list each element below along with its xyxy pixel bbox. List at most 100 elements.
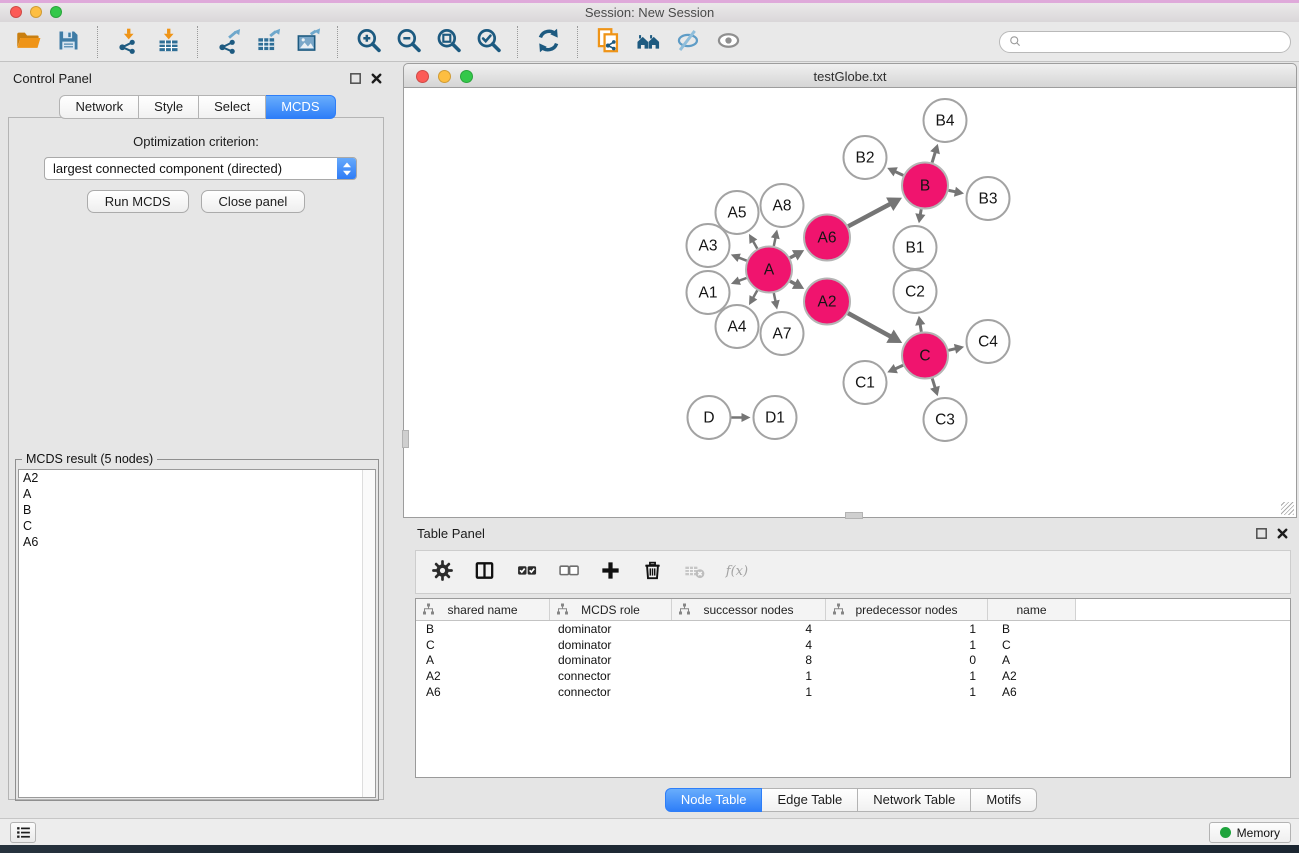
add-column-button[interactable] [596, 557, 624, 587]
edge-A2-C[interactable] [848, 313, 894, 338]
tab-style[interactable]: Style [139, 95, 199, 119]
search-input[interactable] [1027, 34, 1282, 50]
splitter-handle-vertical[interactable] [402, 430, 409, 448]
hide-selected-button[interactable] [668, 25, 708, 59]
run-mcds-button[interactable]: Run MCDS [87, 190, 189, 213]
export-image-button[interactable] [288, 25, 328, 59]
close-panel-button[interactable]: Close panel [201, 190, 306, 213]
table-panel: Table Panel f(x) shared nameMCDS rolesuc… [403, 520, 1299, 818]
table-row[interactable]: A6connector11A6 [416, 684, 1290, 700]
graph-node-A4[interactable]: A4 [716, 305, 759, 348]
table-row[interactable]: Bdominator41B [416, 621, 1290, 637]
column-type-icon [832, 603, 845, 616]
open-session-button[interactable] [8, 25, 48, 59]
task-history-button[interactable] [10, 822, 36, 843]
table-row[interactable]: A2connector11A2 [416, 668, 1290, 684]
window-resize-grip[interactable] [1281, 502, 1294, 515]
table-header: shared nameMCDS role successor nodes prede… [416, 599, 1290, 621]
graph-node-B1[interactable]: B1 [894, 226, 937, 269]
network-window-titlebar[interactable]: testGlobe.txt [403, 63, 1297, 88]
graph-node-C2[interactable]: C2 [894, 270, 937, 313]
graph-node-B[interactable]: B [902, 163, 948, 209]
tab-select[interactable]: Select [199, 95, 266, 119]
float-panel-icon[interactable] [348, 71, 363, 91]
graph-node-B3[interactable]: B3 [967, 177, 1010, 220]
tab-network[interactable]: Network [59, 95, 139, 119]
node-label: B3 [979, 191, 998, 208]
select-all-icon [515, 559, 538, 585]
duplicate-network-button[interactable] [588, 25, 628, 59]
tab-motifs[interactable]: Motifs [971, 788, 1037, 812]
network-canvas[interactable]: B4 B2 B B3 A5A8A6 B1 A3 A A1 C2 A2 A4A7 C C4 C1 C3 D D1 [403, 88, 1297, 518]
graph-node-A8[interactable]: A8 [761, 184, 804, 227]
graph-node-A[interactable]: A [746, 247, 792, 293]
node-label: C [919, 348, 930, 365]
tab-network-table[interactable]: Network Table [858, 788, 971, 812]
export-network-button[interactable] [208, 25, 248, 59]
close-panel-icon[interactable] [369, 71, 384, 91]
tab-edge-table[interactable]: Edge Table [762, 788, 858, 812]
splitter-handle-horizontal[interactable] [845, 512, 863, 519]
toolbar-separator [577, 26, 579, 58]
edge-A6-B[interactable] [848, 202, 893, 226]
import-table-button[interactable] [148, 25, 188, 59]
memory-button[interactable]: Memory [1209, 822, 1291, 843]
tab-mcds[interactable]: MCDS [266, 95, 335, 119]
optimization-criterion-select[interactable]: largest connected component (directed) [44, 157, 357, 180]
deselect-all-button[interactable] [554, 557, 582, 587]
tab-node-table[interactable]: Node Table [665, 788, 763, 812]
graph-node-A3[interactable]: A3 [687, 224, 730, 267]
settings-button[interactable] [428, 557, 456, 587]
table-cell: 1 [672, 669, 826, 683]
refresh-icon [535, 27, 562, 57]
import-network-button[interactable] [108, 25, 148, 59]
mcds-result-list[interactable]: A2ABCA6 [18, 469, 376, 798]
select-all-button[interactable] [512, 557, 540, 587]
toolbar-separator [517, 26, 519, 58]
zoom-selected-button[interactable] [468, 25, 508, 59]
show-all-button[interactable] [708, 25, 748, 59]
column-header-successor-nodes[interactable]: successor nodes [672, 599, 826, 620]
graph-node-D[interactable]: D [688, 396, 731, 439]
graph-node-A5[interactable]: A5 [716, 191, 759, 234]
column-header-name[interactable]: name [988, 599, 1076, 620]
zoom-fit-button[interactable] [428, 25, 468, 59]
search-box[interactable] [999, 31, 1291, 53]
graph-node-A2[interactable]: A2 [804, 279, 850, 325]
save-session-button[interactable] [48, 25, 88, 59]
table-row[interactable]: Adominator80A [416, 652, 1290, 668]
graph-node-A6[interactable]: A6 [804, 215, 850, 261]
delete-column-button[interactable] [638, 557, 666, 587]
column-header-predecessor-nodes[interactable]: predecessor nodes [826, 599, 988, 620]
float-table-panel-icon[interactable] [1254, 526, 1269, 546]
column-visibility-button[interactable] [470, 557, 498, 587]
control-panel-header: Control Panel [5, 62, 390, 90]
main-titlebar[interactable]: Session: New Session [0, 3, 1299, 23]
graph-node-A7[interactable]: A7 [761, 312, 804, 355]
network-graph[interactable]: B4 B2 B B3 A5A8A6 B1 A3 A A1 C2 A2 A4A7 C C4 C1 C3 D D1 [404, 88, 1296, 517]
zoom-in-button[interactable] [348, 25, 388, 59]
graph-node-B2[interactable]: B2 [844, 136, 887, 179]
graph-node-B4[interactable]: B4 [924, 99, 967, 142]
zoom-out-button[interactable] [388, 25, 428, 59]
column-header-shared-name[interactable]: shared name [416, 599, 550, 620]
show-all-icon [715, 27, 742, 57]
search-icon [1008, 34, 1023, 49]
table-cell: A [988, 653, 1076, 667]
graph-node-C1[interactable]: C1 [844, 361, 887, 404]
graph-node-C3[interactable]: C3 [924, 398, 967, 441]
graph-node-C[interactable]: C [902, 333, 948, 379]
status-bar: Memory [0, 818, 1299, 846]
close-table-panel-icon[interactable] [1275, 526, 1290, 546]
result-scrollbar[interactable] [362, 470, 375, 797]
graph-node-A1[interactable]: A1 [687, 271, 730, 314]
first-neighbors-button[interactable] [628, 25, 668, 59]
column-header-mcds-role[interactable]: MCDS role [550, 599, 672, 620]
graph-node-C4[interactable]: C4 [967, 320, 1010, 363]
column-label: successor nodes [703, 603, 793, 617]
table-row[interactable]: Cdominator41C [416, 637, 1290, 653]
refresh-button[interactable] [528, 25, 568, 59]
graph-node-D1[interactable]: D1 [754, 396, 797, 439]
export-table-button[interactable] [248, 25, 288, 59]
delete-table-button [680, 557, 708, 587]
